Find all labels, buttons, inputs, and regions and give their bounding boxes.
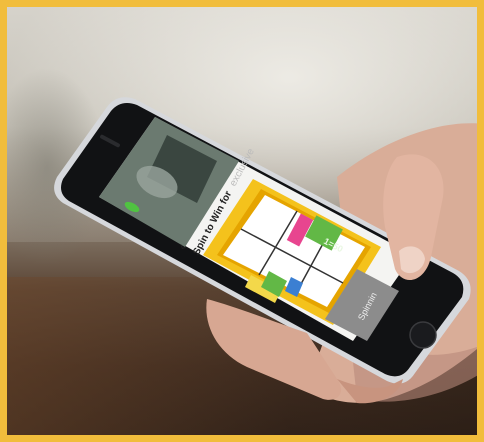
home-button (409, 321, 437, 349)
photo-frame: ‹ Spin to Win for exclusive 1=50 Spinnin (0, 0, 484, 442)
phone-scene: ‹ Spin to Win for exclusive 1=50 Spinnin (54, 97, 477, 404)
